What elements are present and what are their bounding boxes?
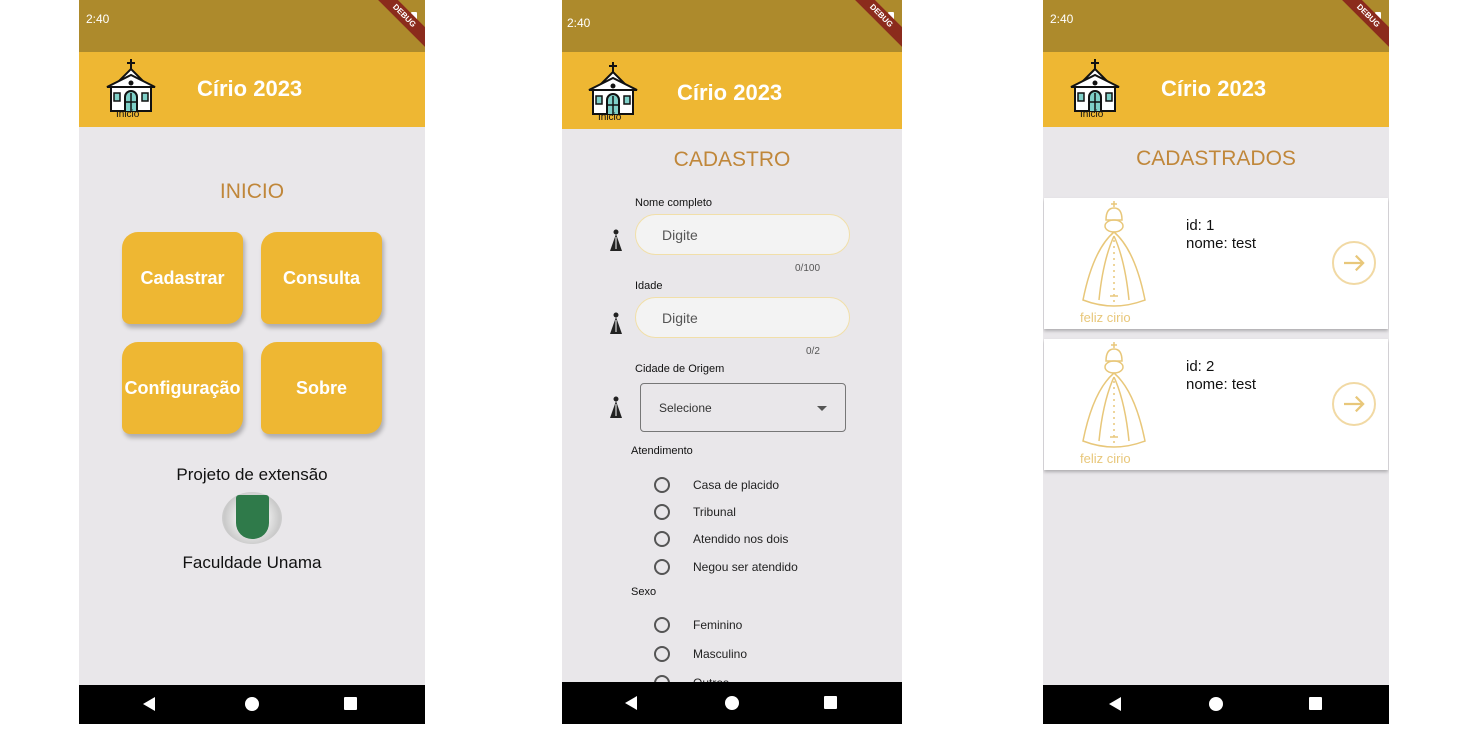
settings-button[interactable]: Configuração [122,342,243,434]
shield-icon [236,495,269,539]
city-label: Cidade de Origem [635,363,725,375]
radio-label: Masculino [693,647,748,661]
back-icon[interactable] [1109,697,1121,711]
name-input[interactable]: Digite [635,214,850,255]
arrow-right-icon[interactable] [1332,382,1376,426]
radio-label: Feminino [693,618,743,632]
record-id: id: 2 [1186,358,1215,375]
saint-icon [610,312,622,334]
home-label[interactable]: Inicio [1080,109,1103,120]
page-title: INICIO [219,180,285,203]
debug-banner: DEBUG [1335,0,1389,49]
record-name: nome: test [1186,235,1257,252]
age-label: Idade [635,280,663,292]
radio-label: Casa de placido [693,478,780,492]
radio-label: Negou ser atendido [693,560,798,574]
chevron-down-icon [817,406,827,411]
recents-icon[interactable] [824,696,837,709]
radio-circle[interactable] [654,531,670,547]
register-button[interactable]: Cadastrar [122,232,243,324]
back-icon[interactable] [143,697,155,711]
faculty-label: Faculdade Unama [182,553,322,572]
status-bar: 2:40 DEBUG [79,0,425,52]
radio-label: Atendido nos dois [693,532,789,546]
saint-icon [610,229,622,251]
radio-circle[interactable] [654,504,670,520]
age-input[interactable]: Digite [635,297,850,338]
app-bar: Inicio Círio 2023 [1043,52,1389,127]
home-label[interactable]: Inicio [598,112,621,123]
feliz-cirio-caption: feliz cirio [1080,310,1131,325]
name-label: Nome completo [635,197,713,209]
register-screen: 2:40 DEBUG Inicio Círio 2023 CADASTRO No… [562,0,902,724]
record-id: id: 1 [1186,217,1215,234]
city-dropdown[interactable]: Selecione [640,383,846,432]
consult-button[interactable]: Consulta [261,232,382,324]
status-bar: 2:40 DEBUG [1043,0,1389,52]
radio-circle[interactable] [654,477,670,493]
home-icon[interactable] [725,696,739,710]
sex-label: Sexo [631,586,657,598]
age-counter: 0/2 [806,346,820,357]
status-bar: 2:40 DEBUG [562,0,902,52]
home-icon[interactable] [1209,697,1223,711]
app-bar: Inicio Círio 2023 [79,52,425,127]
debug-banner: DEBUG [848,0,902,49]
record-card[interactable]: feliz cirio id: 2 nome: test [1044,339,1388,470]
name-counter: 0/100 [795,263,821,274]
feliz-cirio-caption: feliz cirio [1080,451,1131,466]
status-time: 2:40 [86,12,110,26]
radio-circle[interactable] [654,646,670,662]
system-nav-bar [562,682,902,724]
university-logo [222,492,282,544]
record-name: nome: test [1186,376,1257,393]
back-icon[interactable] [625,696,637,710]
debug-banner: DEBUG [371,0,425,49]
record-card[interactable]: feliz cirio id: 1 nome: test [1044,198,1388,329]
recents-icon[interactable] [1309,697,1322,710]
arrow-right-icon[interactable] [1332,241,1376,285]
home-screen: 2:40 DEBUG Inicio Círio 2023 INICIO Cada… [79,0,425,724]
about-button[interactable]: Sobre [261,342,382,434]
radio-label: Tribunal [693,505,736,519]
home-label[interactable]: Inicio [116,109,139,120]
status-time: 2:40 [567,16,591,30]
app-title: Círio 2023 [197,76,303,101]
radio-circle[interactable] [654,617,670,633]
home-icon[interactable] [245,697,259,711]
page-title: CADASTRADOS [1136,147,1296,170]
system-nav-bar [1043,685,1389,724]
project-label: Projeto de extensão [176,465,328,484]
our-lady-of-nazare-icon [1082,342,1146,448]
city-dropdown-value: Selecione [659,401,712,415]
attendance-label: Atendimento [631,445,693,457]
system-nav-bar [79,685,425,724]
app-title: Círio 2023 [1161,76,1267,101]
status-time: 2:40 [1050,12,1074,26]
registered-list-screen: 2:40 DEBUG Inicio Círio 2023 CADASTRADOS [1043,0,1389,724]
page-title: CADASTRO [673,148,791,171]
app-title: Círio 2023 [677,80,783,105]
app-bar: Inicio Círio 2023 [562,52,902,129]
saint-icon [610,396,622,418]
recents-icon[interactable] [344,697,357,710]
radio-circle[interactable] [654,559,670,575]
our-lady-of-nazare-icon [1082,201,1146,307]
